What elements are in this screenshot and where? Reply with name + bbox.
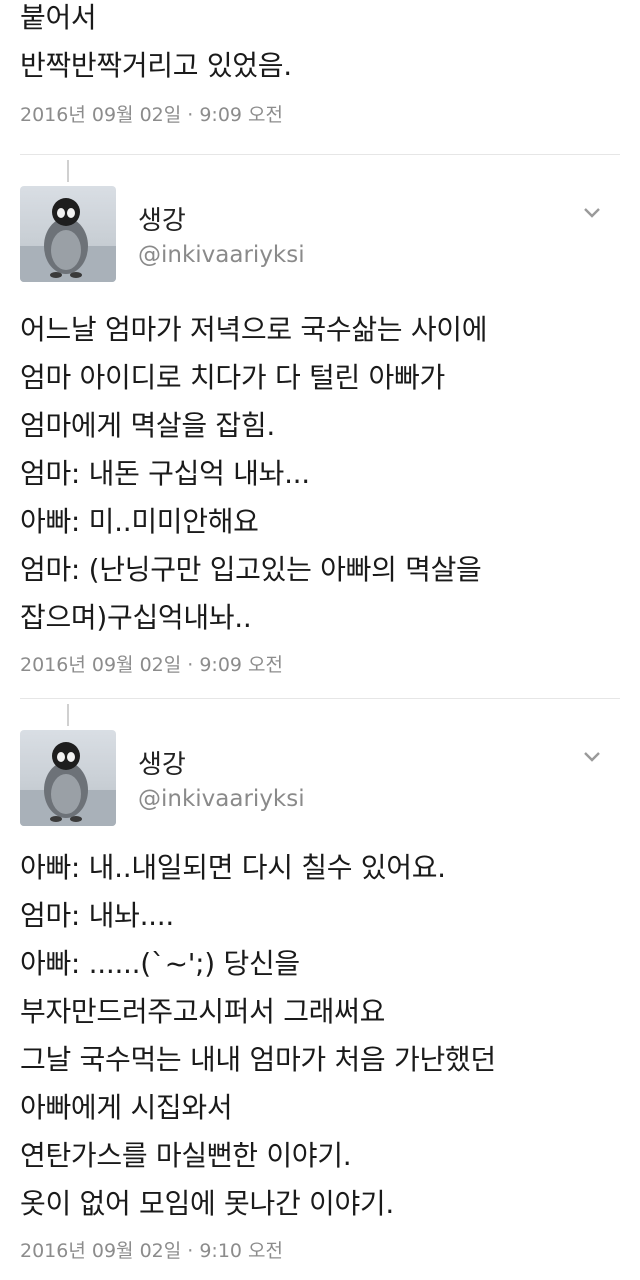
chevron-down-icon[interactable] — [580, 744, 604, 768]
tweet-text-line: 아빠에게 시집와서 — [20, 1091, 233, 1124]
tweet-timestamp[interactable]: 2016년 09월 02일 · 9:09 오전 — [20, 100, 640, 127]
tweet-text-line: 엄마: (난닝구만 입고있는 아빠의 멱살을 — [20, 553, 482, 586]
tweet-text-line: 부자만드러주고시퍼서 그래써요 — [20, 995, 386, 1028]
display-name[interactable]: 생강 — [138, 200, 186, 237]
tweet-text-line: 아빠: 내..내일되면 다시 칠수 있어요. — [20, 851, 446, 884]
tweet-text-line: 연탄가스를 마실뻔한 이야기. — [20, 1139, 352, 1172]
divider — [20, 698, 620, 699]
display-name[interactable]: 생강 — [138, 744, 186, 781]
user-handle[interactable]: @inkivaariyksi — [138, 786, 305, 812]
tweet-text-line: 붙어서 — [20, 1, 97, 34]
tweet-text-line: 엄마: 내놔.... — [20, 899, 174, 932]
thread-connector — [67, 704, 69, 726]
tweet-timestamp[interactable]: 2016년 09월 02일 · 9:10 오전 — [20, 1236, 640, 1263]
tweet-text-line: 잡으며)구십억내놔.. — [20, 601, 252, 634]
tweet-text-line: 반짝반짝거리고 있었음. — [20, 49, 292, 82]
tweet-text-line: 옷이 없어 모임에 못나간 이야기. — [20, 1187, 394, 1220]
tweet-text-line: 어느날 엄마가 저녁으로 국수삶는 사이에 — [20, 313, 488, 346]
divider — [20, 154, 620, 155]
tweet-text-line: 엄마: 내돈 구십억 내놔... — [20, 457, 310, 490]
tweet[interactable]: 생강 @inkivaariyksi 어느날 엄마가 저녁으로 국수삶는 사이에 … — [0, 186, 640, 677]
tweet-text-line: 엄마 아이디로 치다가 다 털린 아빠가 — [20, 361, 445, 394]
tweet-text-line: 그날 국수먹는 내내 엄마가 처음 가난했던 — [20, 1043, 496, 1076]
tweet-text-line: 아빠: ......(`~';) 당신을 — [20, 947, 300, 980]
tweet[interactable]: 생강 @inkivaariyksi 아빠: 내..내일되면 다시 칠수 있어요.… — [0, 730, 640, 1263]
partial-tweet: 붙어서 반짝반짝거리고 있었음. 2016년 09월 02일 · 9:09 오전 — [0, 0, 640, 127]
avatar[interactable] — [20, 186, 116, 282]
avatar[interactable] — [20, 730, 116, 826]
thread-connector — [67, 160, 69, 182]
chevron-down-icon[interactable] — [580, 200, 604, 224]
tweet-text-line: 엄마에게 멱살을 잡힘. — [20, 409, 275, 442]
tweet-text-line: 아빠: 미..미미안해요 — [20, 505, 259, 538]
user-handle[interactable]: @inkivaariyksi — [138, 242, 305, 268]
tweet-timestamp[interactable]: 2016년 09월 02일 · 9:09 오전 — [20, 650, 640, 677]
